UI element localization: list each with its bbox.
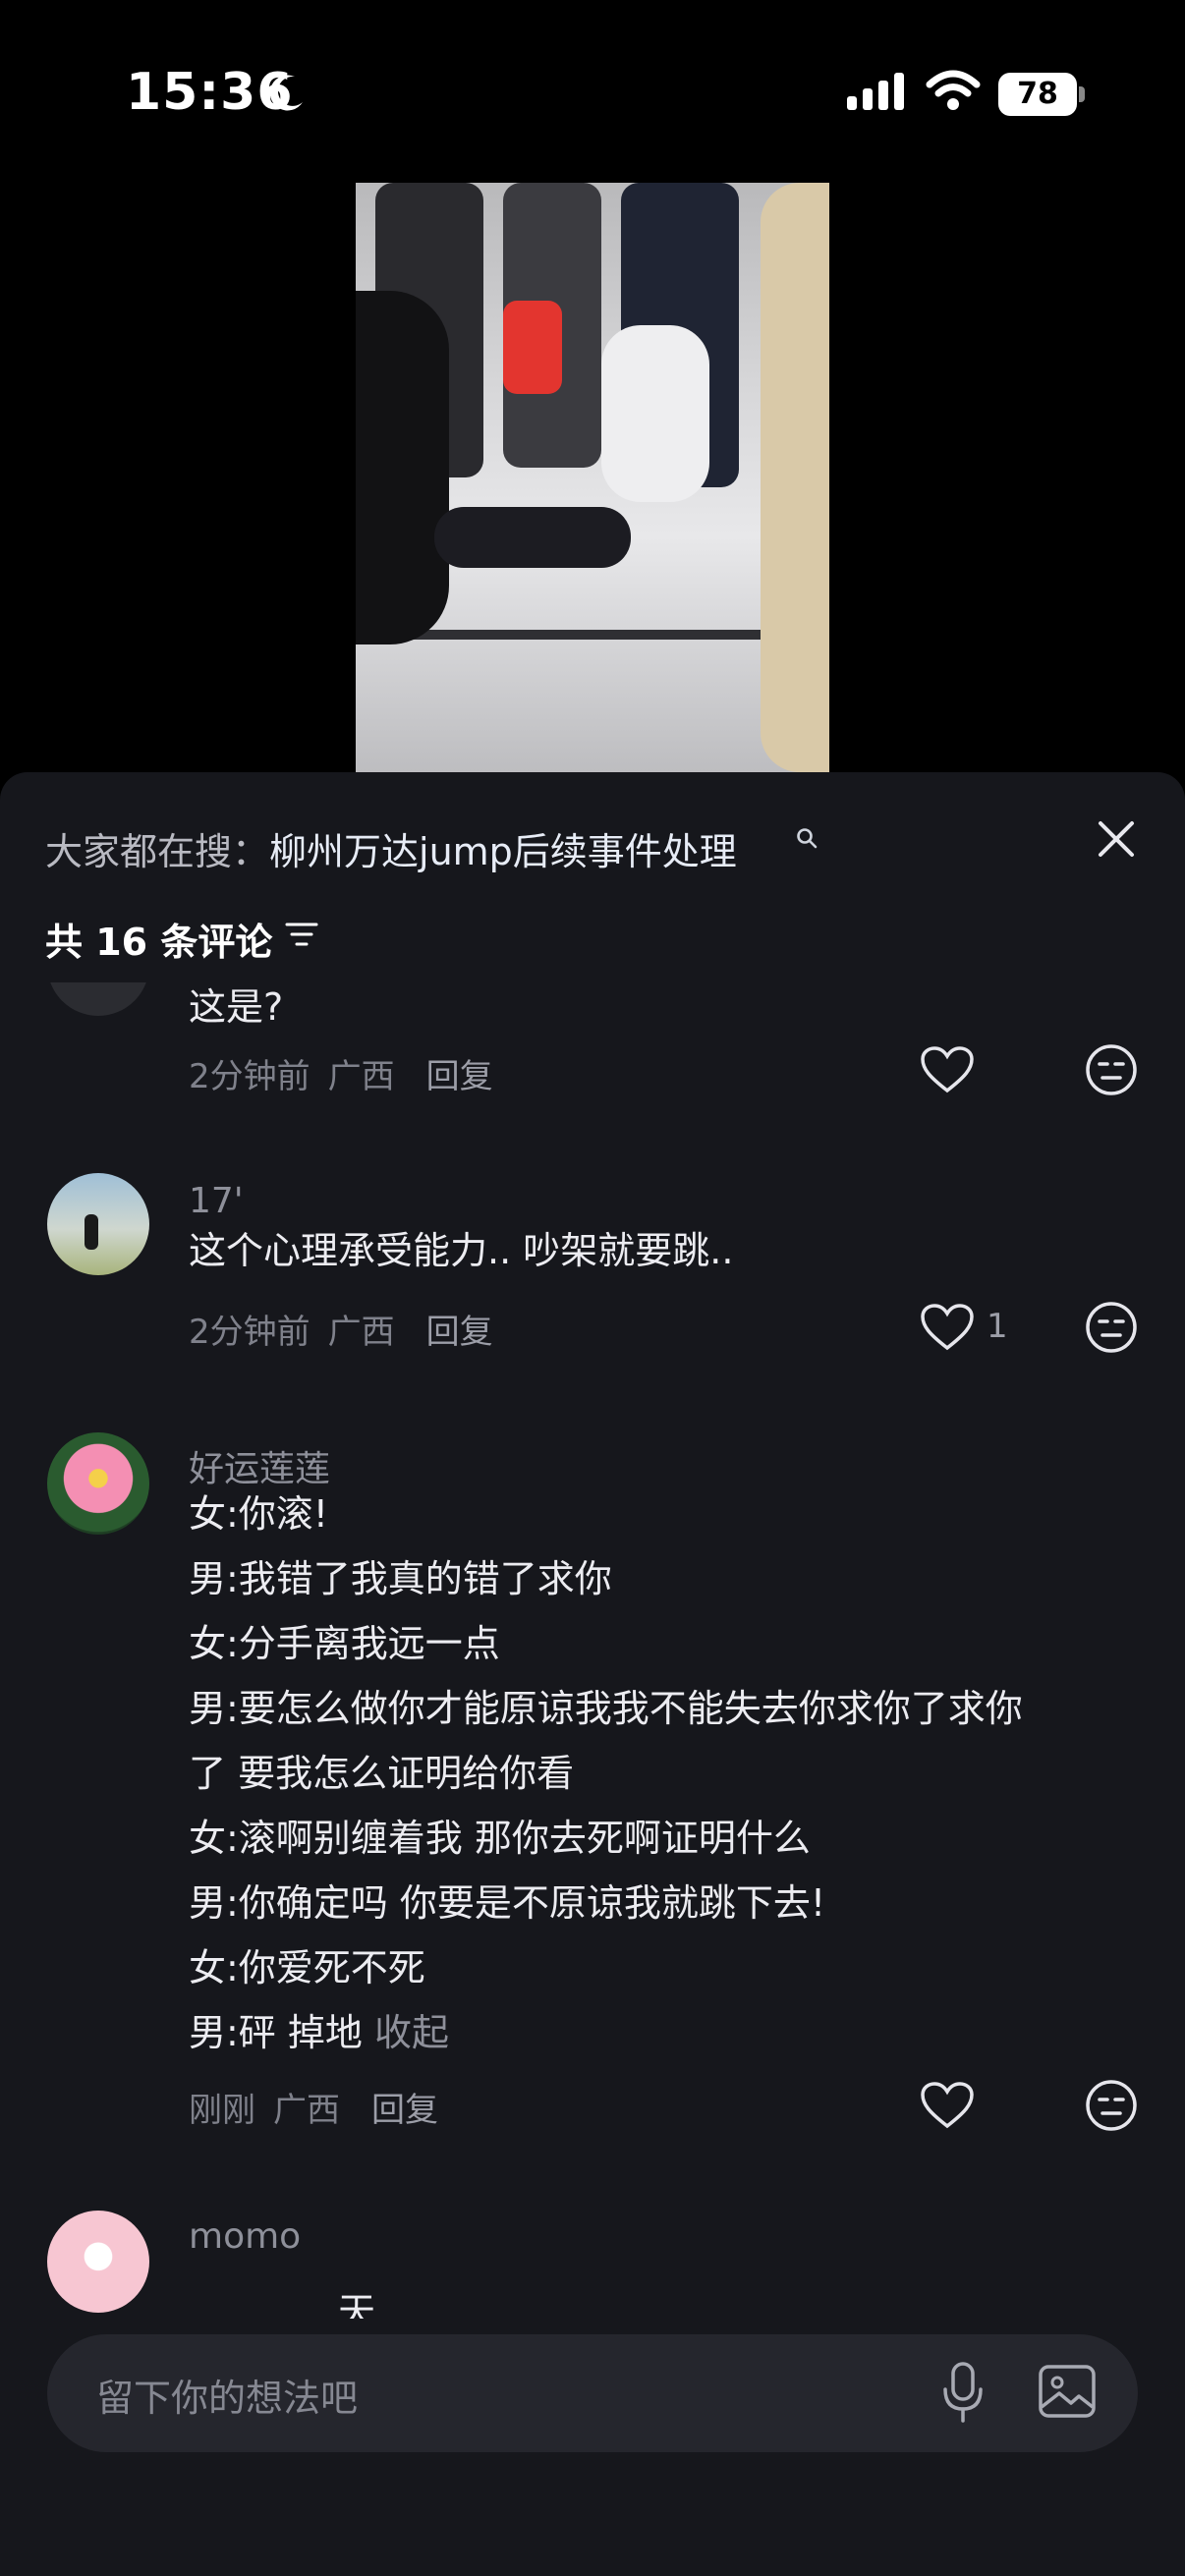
comment-text: 这是?	[189, 985, 284, 1029]
foreground-figure	[761, 183, 829, 772]
comment-text: 天	[338, 2290, 376, 2319]
comment-count: 共 16 条评论	[45, 921, 273, 964]
comment-meta: 2分钟前 广西 回复	[189, 1305, 493, 1353]
mic-icon[interactable]	[939, 2360, 987, 2425]
red-bag	[503, 301, 562, 394]
collapse-button[interactable]: 收起	[374, 2011, 449, 2054]
comment-line: 了 要我怎么证明给你看	[189, 1752, 575, 1795]
reply-button[interactable]: 回复	[371, 2091, 438, 2130]
avatar-figure	[85, 1214, 98, 1250]
trending-search[interactable]: 大家都在搜：柳州万达jump后续事件处理	[45, 821, 737, 875]
avatar[interactable]	[47, 982, 149, 1016]
comment-line: 男:我错了我真的错了求你	[189, 1557, 612, 1600]
foreground-figure	[356, 291, 449, 644]
comment-last-line: 男:砰 掉地 收起	[189, 2000, 449, 2065]
comment-line: 女:你滚!	[189, 1492, 329, 1536]
comment-text: 这个心理承受能力.. 吵架就要跳..	[189, 1229, 734, 1272]
comment-line: 女:滚啊别缠着我 那你去死啊证明什么	[189, 1817, 811, 1860]
trending-search-term[interactable]: 柳州万达jump后续事件处理	[269, 830, 737, 873]
comment-line: 女:你爱死不死	[189, 1946, 425, 1989]
video-player[interactable]	[356, 183, 829, 772]
comment-username[interactable]: momo	[189, 2216, 301, 2257]
heart-icon[interactable]	[920, 2081, 975, 2130]
comment-meta: 刚刚 广西 回复	[189, 2083, 438, 2131]
comment-input[interactable]: 留下你的想法吧	[47, 2334, 1138, 2452]
comment-time: 2分钟前	[189, 1057, 310, 1096]
comment-meta: 2分钟前 广西 回复	[189, 1049, 493, 1097]
comment-line: 男:你确定吗 你要是不原谅我就跳下去!	[189, 1881, 826, 1925]
avatar[interactable]	[47, 1173, 149, 1275]
battery-cap	[1079, 86, 1085, 102]
image-icon[interactable]	[1038, 2364, 1097, 2419]
comment-location: 广西	[273, 2091, 340, 2130]
comment-location: 广西	[327, 1313, 395, 1352]
avatar[interactable]	[47, 1432, 149, 1535]
battery-icon: 78	[998, 73, 1077, 116]
signal-icon	[847, 73, 904, 110]
moon-icon	[269, 75, 303, 111]
wifi-icon	[926, 70, 981, 110]
avatar[interactable]	[47, 2211, 149, 2313]
reply-button[interactable]: 回复	[426, 1313, 493, 1352]
heart-icon[interactable]	[920, 1045, 975, 1094]
dislike-icon[interactable]	[1085, 1301, 1138, 1354]
status-bar: 15:36 78	[0, 0, 1185, 177]
close-icon[interactable]	[1093, 815, 1140, 863]
comment-username[interactable]: 17'	[189, 1181, 244, 1221]
trending-search-prefix: 大家都在搜：	[45, 830, 270, 873]
dislike-icon[interactable]	[1085, 2079, 1138, 2132]
heart-icon[interactable]	[920, 1303, 975, 1352]
comment-time: 2分钟前	[189, 1313, 310, 1352]
dislike-icon[interactable]	[1085, 1043, 1138, 1096]
search-icon[interactable]	[796, 827, 818, 849]
crouching-figure	[601, 325, 709, 502]
like-count: 1	[987, 1307, 1008, 1346]
comment-location: 广西	[327, 1057, 395, 1096]
comment-line: 男:要怎么做你才能原谅我我不能失去你求你了求你	[189, 1687, 1023, 1730]
comment-time: 刚刚	[189, 2091, 255, 2130]
reply-button[interactable]: 回复	[426, 1057, 493, 1096]
comment-line: 男:砰 掉地	[189, 2011, 363, 2054]
comment-line: 女:分手离我远一点	[189, 1622, 500, 1665]
filter-icon[interactable]	[285, 920, 318, 949]
comment-input-placeholder: 留下你的想法吧	[96, 2377, 359, 2420]
lying-figure	[434, 507, 631, 568]
comment-list[interactable]: 这是? 2分钟前 广西 回复 17' 这个心理承受能力.. 吵架就要跳.. 2分钟前…	[0, 982, 1185, 2319]
